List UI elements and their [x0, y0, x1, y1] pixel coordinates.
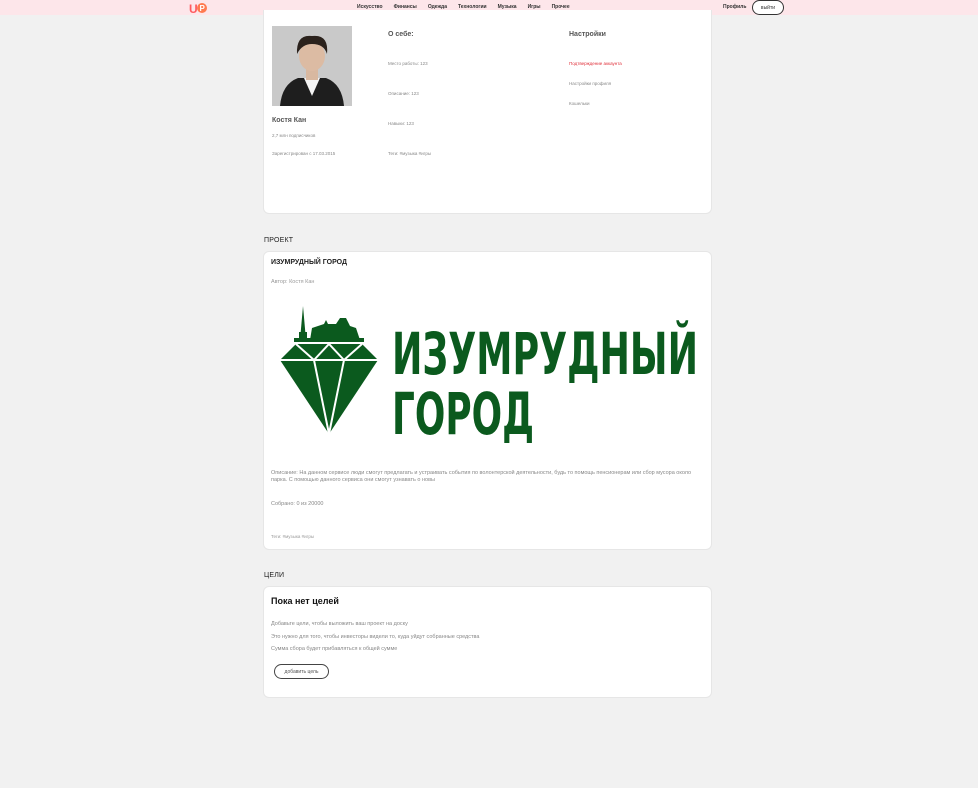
- goals-hint-line: Добавьте цели, чтобы выложить ваш проект…: [271, 621, 408, 627]
- project-section-heading: ПРОЕКТ: [264, 237, 294, 244]
- svg-text:U: U: [189, 2, 198, 14]
- project-collected: Собрано: 0 из 20000: [271, 501, 324, 507]
- goals-section-heading: ЦЕЛИ: [264, 572, 285, 579]
- settings-profile[interactable]: Настройки профиля: [569, 81, 611, 86]
- about-description: Описание: 123: [388, 91, 419, 96]
- about-workplace: Место работы: 123: [388, 61, 428, 66]
- project-author: Автор: Костя Кан: [271, 279, 315, 285]
- goals-empty-title: Пока нет целей: [271, 596, 339, 606]
- avatar: [272, 26, 352, 106]
- logo-text-line2: ГОРОД: [392, 380, 534, 444]
- settings-title: Настройки: [569, 31, 606, 38]
- about-skills: Навыки: 123: [388, 121, 414, 126]
- project-title: ИЗУМРУДНЫЙ ГОРОД: [271, 259, 348, 266]
- logo-icon[interactable]: U P: [189, 1, 208, 16]
- logo-text-line1: ИЗУМРУДНЫЙ: [392, 319, 698, 388]
- goals-hint-line: Это нужно для того, чтобы инвесторы виде…: [271, 634, 480, 640]
- profile-card: Костя Кан 2,7 млн подписчиков Зарегистри…: [263, 10, 712, 214]
- project-card[interactable]: ИЗУМРУДНЫЙ ГОРОД Автор: Костя Кан ИЗУМРУ…: [263, 251, 712, 550]
- add-goal-button[interactable]: добавить цель: [274, 664, 329, 679]
- logout-button[interactable]: выйти: [752, 0, 784, 15]
- goals-hint-line: Сумма сбора будет прибавляться к общей с…: [271, 646, 398, 652]
- settings-verify-account[interactable]: Подтверждение аккаунта: [569, 61, 622, 66]
- profile-link[interactable]: Профиль: [723, 4, 746, 10]
- project-logo-image: ИЗУМРУДНЫЙ ГОРОД: [274, 302, 704, 448]
- user-name: Костя Кан: [272, 117, 307, 124]
- about-title: О себе:: [388, 31, 414, 38]
- goals-card: Пока нет целей Добавьте цели, чтобы выло…: [263, 586, 712, 698]
- settings-wallets[interactable]: Кошельки: [569, 101, 590, 106]
- svg-text:P: P: [200, 4, 206, 13]
- project-description: Описание: На данном сервисе люди смогут …: [271, 470, 692, 483]
- about-tags: Теги: #музыка #игры: [388, 151, 432, 156]
- registration-date: Зарегистрирован с 17.03.2015: [272, 151, 336, 156]
- subscriber-count: 2,7 млн подписчиков: [272, 133, 316, 138]
- project-tags: Теги: #музыка #игры: [271, 534, 315, 539]
